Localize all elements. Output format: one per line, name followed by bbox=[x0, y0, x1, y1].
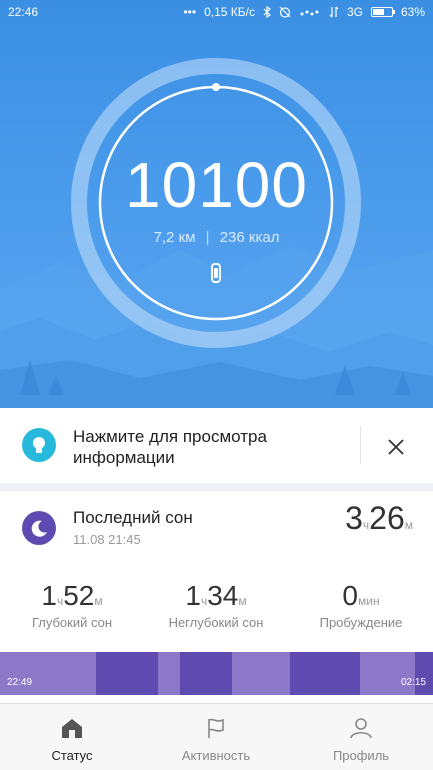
sleep-title: Последний сон bbox=[73, 508, 193, 527]
total-minutes: 26 bbox=[369, 500, 405, 536]
data-transfer-icon bbox=[329, 6, 339, 18]
activity-metrics: 7,2 км | 236 ккал bbox=[153, 229, 280, 246]
alarm-off-icon bbox=[279, 6, 291, 18]
network-speed: 0,15 КБ/с bbox=[204, 5, 255, 19]
awake-value: 0 bbox=[342, 580, 358, 611]
light-hours: 1 bbox=[185, 580, 201, 611]
bottom-nav: Статус Активность Профиль bbox=[0, 703, 433, 770]
clock: 22:46 bbox=[8, 5, 39, 19]
fitness-band-icon[interactable] bbox=[211, 263, 221, 283]
deep-sleep-label: Глубокий сон bbox=[31, 615, 113, 630]
awake-label: Пробуждение bbox=[319, 615, 403, 630]
nav-label-profile: Профиль bbox=[332, 748, 390, 763]
nav-item-activity[interactable]: Активность bbox=[144, 704, 288, 770]
person-icon bbox=[350, 718, 372, 739]
light-sleep-label: Неглубокий сон bbox=[168, 615, 264, 630]
deep-minutes-unit: м bbox=[94, 594, 103, 608]
sleep-date: 11.08 21:45 bbox=[73, 532, 141, 547]
home-icon bbox=[62, 719, 82, 738]
deep-hours: 1 bbox=[41, 580, 57, 611]
step-count: 10100 bbox=[125, 149, 308, 221]
battery-icon bbox=[370, 7, 395, 17]
total-minutes-unit: м bbox=[404, 518, 413, 532]
progress-dot bbox=[212, 83, 220, 91]
timeline-start-time: 22:49 bbox=[7, 677, 33, 688]
wifi-dots-icon bbox=[300, 10, 319, 16]
tip-divider bbox=[360, 426, 361, 464]
awake-stat: 0мин bbox=[289, 580, 433, 612]
network-type: 3G bbox=[346, 5, 363, 19]
lightbulb-icon bbox=[22, 428, 56, 462]
flag-icon bbox=[208, 718, 224, 738]
tip-line-2: информации bbox=[73, 448, 175, 467]
calories-value: 236 bbox=[219, 229, 245, 246]
timeline-light-segment bbox=[232, 652, 290, 695]
light-minutes-unit: м bbox=[238, 594, 247, 608]
total-hours: 3 bbox=[345, 500, 363, 536]
light-minutes: 34 bbox=[207, 580, 239, 611]
timeline-light-segment bbox=[360, 652, 415, 695]
status-bar: 22:46 ••• 0,15 КБ/с 3G 63% bbox=[0, 0, 433, 24]
timeline-deep-segment bbox=[415, 652, 433, 695]
nav-item-profile[interactable]: Профиль bbox=[289, 704, 433, 770]
app-screen: 10100 7,2 км | 236 ккал 22:46 ••• 0,15 К… bbox=[0, 0, 433, 770]
timeline-deep-segment bbox=[180, 652, 232, 695]
awake-unit: мин bbox=[357, 594, 380, 608]
tip-line-1: Нажмите для просмотра bbox=[73, 427, 267, 446]
timeline-light-segment bbox=[0, 652, 96, 695]
timeline-end-time: 02:15 bbox=[400, 677, 426, 688]
deep-sleep-stat: 1ч52м bbox=[0, 580, 144, 612]
nav-item-status[interactable]: Статус bbox=[0, 704, 144, 770]
light-sleep-stat: 1ч34м bbox=[144, 580, 288, 612]
distance-unit: км bbox=[178, 229, 196, 246]
bluetooth-icon bbox=[263, 6, 271, 18]
sleep-total: 3ч26м bbox=[345, 500, 413, 537]
close-icon[interactable] bbox=[384, 435, 408, 459]
sleep-timeline[interactable] bbox=[0, 652, 433, 695]
battery-percent: 63% bbox=[400, 5, 425, 19]
timeline-light-segment bbox=[158, 652, 180, 695]
timeline-deep-segment bbox=[290, 652, 360, 695]
moon-icon bbox=[22, 511, 56, 545]
calories-unit: ккал bbox=[248, 229, 280, 246]
tip-message[interactable]: Нажмите для просмотра информации bbox=[73, 426, 333, 468]
activity-hero: 10100 7,2 км | 236 ккал bbox=[0, 0, 433, 408]
more-dots-icon: ••• bbox=[183, 5, 197, 19]
nav-label-activity: Активность bbox=[181, 748, 251, 763]
timeline-deep-segment bbox=[96, 652, 158, 695]
nav-label-status: Статус bbox=[51, 748, 93, 763]
deep-minutes: 52 bbox=[63, 580, 95, 611]
distance-value: 7,2 bbox=[153, 229, 175, 246]
